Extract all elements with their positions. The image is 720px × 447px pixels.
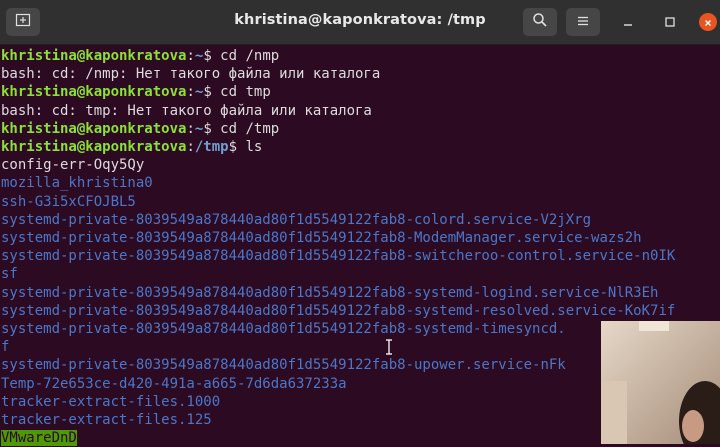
- prompt-line: khristina@kaponkratova:~$ cd tmp: [1, 83, 271, 101]
- directory-entry: Temp-72e653ce-d420-491a-a665-7d6da637233…: [1, 375, 347, 393]
- prompt-separator: :: [186, 48, 195, 64]
- directory-name: systemd-private-8039549a878440ad80f1d554…: [1, 211, 592, 228]
- directory-entry: mozilla_khristina0: [1, 174, 153, 192]
- directory-name: systemd-private-8039549a878440ad80f1d554…: [1, 248, 676, 265]
- prompt-user-host: khristina@kaponkratova: [1, 139, 187, 155]
- command-text: $ ls: [228, 139, 263, 155]
- command-text: $ cd /nmp: [203, 48, 280, 64]
- hamburger-menu-icon: [576, 13, 590, 32]
- prompt-separator: :: [186, 120, 195, 137]
- directory-name: tracker-extract-files.1000: [1, 393, 221, 410]
- output-text: bash: cd: tmp: Нет такого файла или ката…: [1, 102, 372, 119]
- directory-entry: systemd-private-8039549a878440ad80f1d554…: [1, 211, 591, 229]
- maximize-icon: [664, 13, 676, 32]
- command-text: $ cd tmp: [203, 84, 271, 101]
- search-button[interactable]: [523, 8, 557, 36]
- prompt-line: khristina@kaponkratova:~$ cd /tmp: [1, 120, 279, 138]
- directory-entry: systemd-private-8039549a878440ad80f1d554…: [1, 302, 675, 320]
- prompt-separator: :: [186, 139, 195, 155]
- prompt-user-host: khristina@kaponkratova: [1, 84, 187, 101]
- prompt-user-host: khristina@kaponkratova: [1, 120, 187, 137]
- directory-entry: systemd-private-8039549a878440ad80f1d554…: [1, 320, 566, 338]
- file-entry: config-err-Oqy5Qy: [1, 156, 144, 174]
- prompt-user-host: khristina@kaponkratova: [1, 48, 187, 64]
- prompt-separator: :: [186, 84, 195, 101]
- directory-name: systemd-private-8039549a878440ad80f1d554…: [1, 284, 659, 301]
- command-text: $ cd /tmp: [203, 120, 280, 137]
- directory-name: systemd-private-8039549a878440ad80f1d554…: [1, 357, 566, 374]
- prompt-line: khristina@kaponkratova:/tmp$ ls: [1, 138, 262, 156]
- directory-entry: systemd-private-8039549a878440ad80f1d554…: [1, 356, 566, 374]
- directory-entry: systemd-private-8039549a878440ad80f1d554…: [1, 284, 658, 302]
- directory-name: Temp-72e653ce-d420-491a-a665-7d6da637233…: [1, 375, 347, 392]
- minimize-button[interactable]: [619, 13, 637, 31]
- directory-name: systemd-private-8039549a878440ad80f1d554…: [1, 302, 676, 319]
- directory-entry: systemd-private-8039549a878440ad80f1d554…: [1, 229, 642, 247]
- close-button[interactable]: [699, 13, 717, 31]
- directory-name: ssh-G3i5xCFOJBL5: [1, 193, 136, 210]
- menu-button[interactable]: [566, 8, 600, 36]
- directory-entry: f: [1, 338, 9, 356]
- search-icon: [532, 12, 548, 32]
- output-text: bash: cd: /nmp: Нет такого файла или кат…: [1, 66, 381, 83]
- prompt-line: khristina@kaponkratova:~$ cd /nmp: [1, 47, 279, 65]
- window-title: khristina@kaponkratova: /tmp: [234, 12, 486, 28]
- directory-name: systemd-private-8039549a878440ad80f1d554…: [1, 230, 642, 246]
- directory-entry: tracker-extract-files.125: [1, 411, 212, 429]
- text-cursor-icon: [384, 339, 394, 359]
- directory-entry: tracker-extract-files.1000: [1, 393, 220, 411]
- webcam-overlay: [601, 321, 720, 444]
- output-line: bash: cd: tmp: Нет такого файла или ката…: [1, 102, 372, 120]
- directory-entry-highlighted: VMwareDnD: [1, 429, 77, 447]
- directory-entry: sf: [1, 265, 18, 283]
- directory-name: systemd-private-8039549a878440ad80f1d554…: [1, 321, 566, 337]
- directory-entry: ssh-G3i5xCFOJBL5: [1, 193, 136, 211]
- file-name: config-err-Oqy5Qy: [1, 157, 145, 174]
- maximize-button[interactable]: [661, 13, 679, 31]
- prompt-directory: /tmp: [194, 139, 229, 155]
- minimize-icon: [622, 13, 634, 32]
- directory-name: tracker-extract-files.125: [1, 412, 212, 428]
- directory-name: sf: [1, 266, 18, 283]
- directory-entry: systemd-private-8039549a878440ad80f1d554…: [1, 247, 675, 265]
- directory-name: f: [1, 339, 10, 356]
- directory-name: mozilla_khristina0: [1, 175, 153, 192]
- close-icon: [703, 13, 713, 32]
- output-line: bash: cd: /nmp: Нет такого файла или кат…: [1, 65, 380, 83]
- title-bar: khristina@kaponkratova: /tmp: [0, 0, 720, 45]
